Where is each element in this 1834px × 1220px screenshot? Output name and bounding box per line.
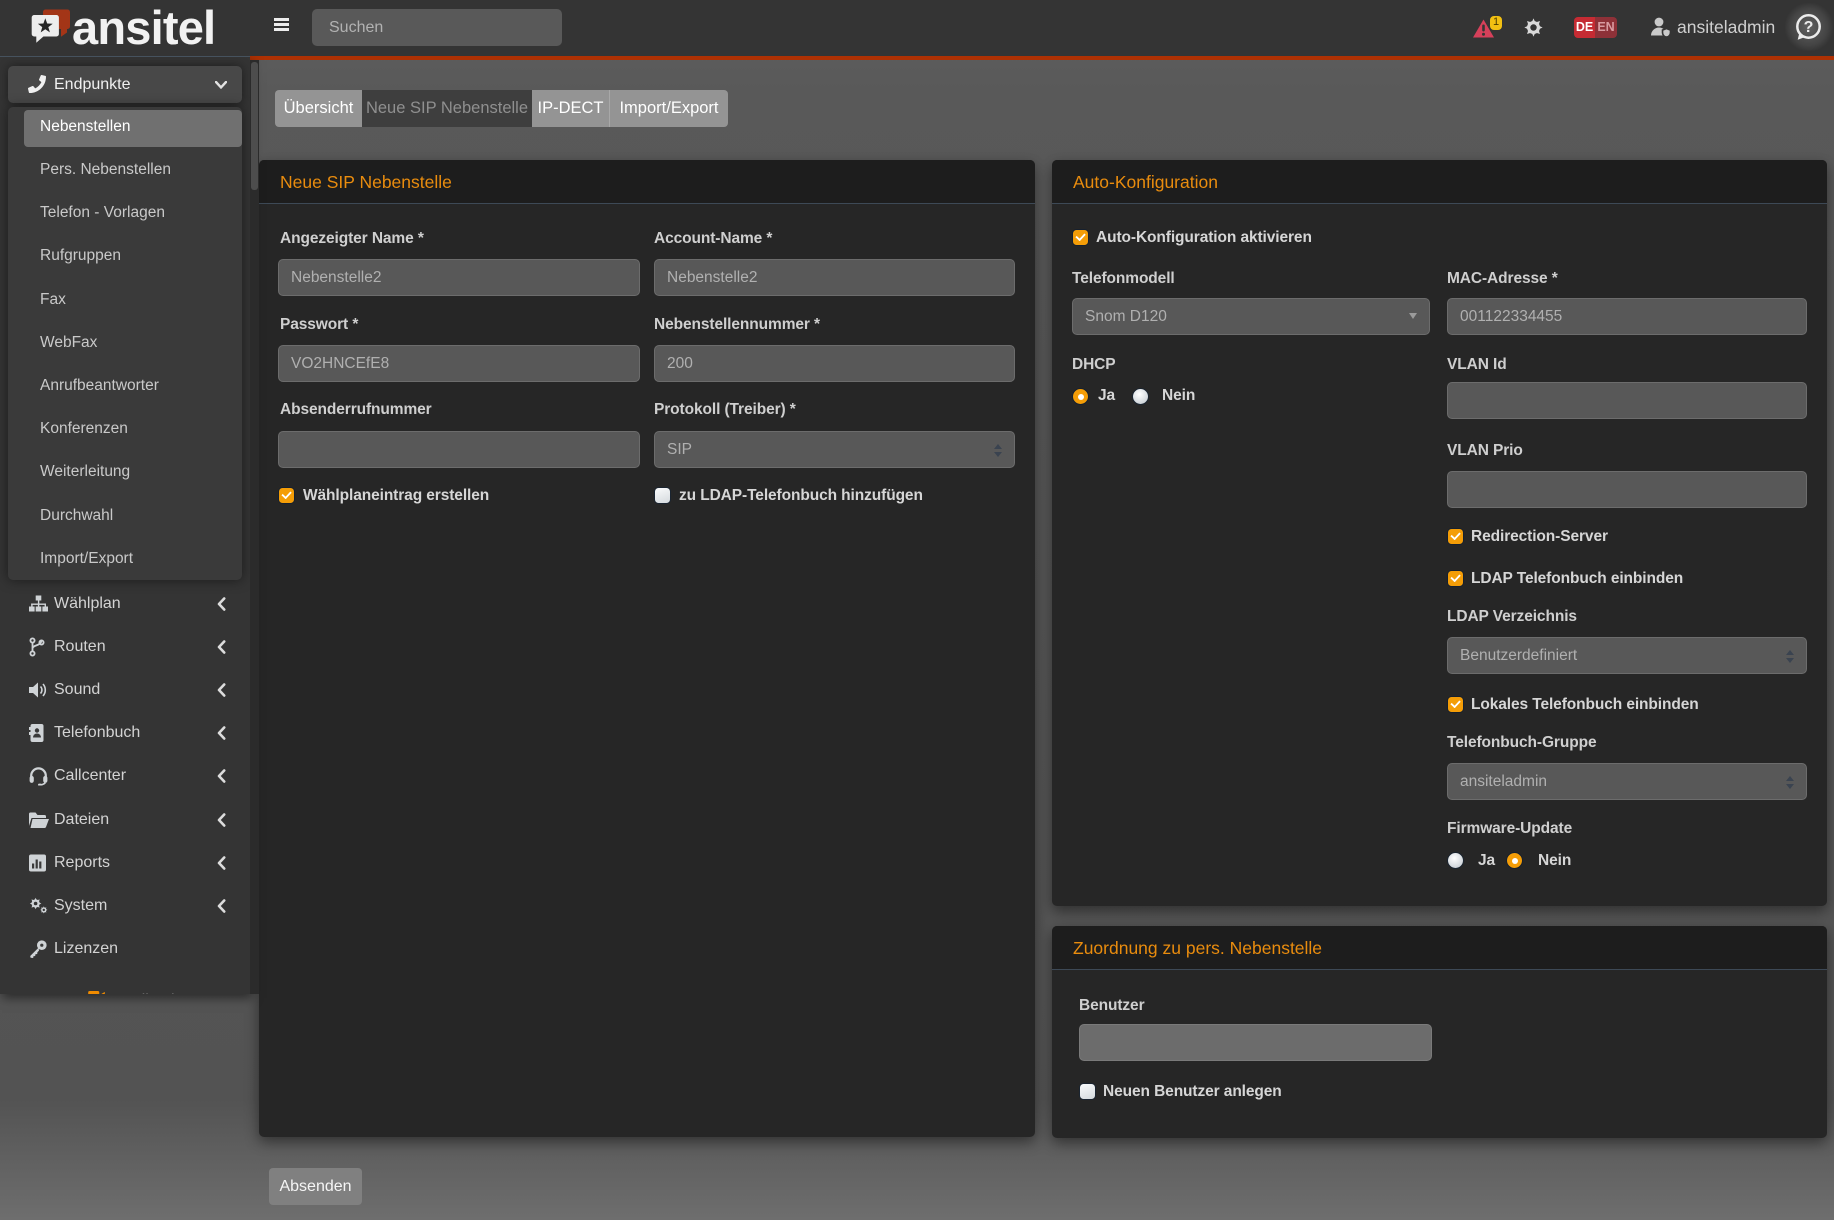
- svg-text:?: ?: [1804, 19, 1814, 36]
